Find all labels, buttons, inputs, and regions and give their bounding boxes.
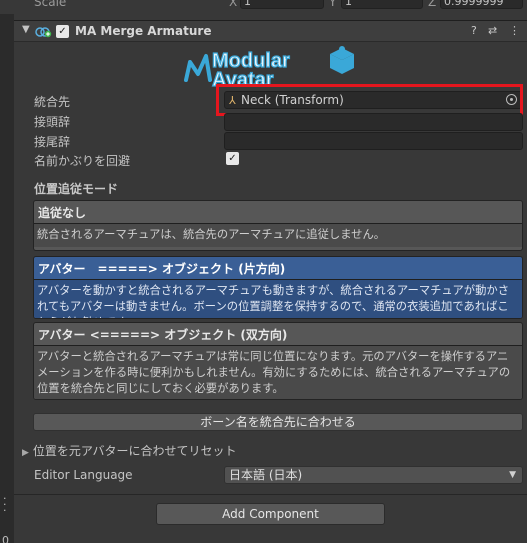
transform-scale-row: Scale X 1 Y 1 Z 0.9999999	[0, 0, 527, 14]
modular-avatar-logo: Modular Avatar	[184, 46, 354, 90]
editor-language-label: Editor Language	[34, 468, 133, 482]
target-label: 統合先	[34, 95, 71, 109]
editor-language-value: 日本語 (日本)	[229, 468, 303, 482]
avoid-name-collision-label: 名前かぶりを回避	[34, 154, 131, 168]
mode-option-none[interactable]: 追従なし 統合されるアーマチュアは、統合先のアーマチュアに追従しません。	[33, 200, 523, 251]
component-enabled-checkbox[interactable]: ✓	[56, 25, 69, 38]
kebab-icon[interactable]: · · ·	[3, 493, 7, 516]
divider	[14, 494, 527, 495]
reset-position-label: 位置を元アバターに合わせてリセット	[32, 444, 237, 458]
component-title: MA Merge Armature	[75, 24, 212, 38]
foldout-closed-icon: ▶	[22, 448, 29, 458]
scale-label: Scale	[34, 0, 67, 9]
mode-option-title: 追従なし	[38, 206, 87, 220]
scale-z-field[interactable]: 0.9999999	[440, 0, 523, 9]
prefix-input[interactable]	[224, 113, 523, 131]
prefix-label: 接頭辞	[34, 115, 71, 129]
avoid-name-collision-checkbox[interactable]: ✓	[226, 152, 239, 165]
scale-x-label: X	[229, 0, 238, 9]
rename-bones-button[interactable]: ボーン名を統合先に合わせる	[33, 413, 523, 431]
presets-icon[interactable]: ⇄	[488, 24, 497, 37]
scale-y-field[interactable]: 1	[341, 0, 423, 9]
suffix-label: 接尾辞	[34, 135, 71, 149]
foldout-arrow-icon[interactable]: ▼	[22, 24, 30, 35]
mode-option-title: アバター <=====> オブジェクト (双方向)	[38, 328, 288, 342]
dropdown-arrow-icon: ▼	[509, 470, 516, 480]
add-component-button[interactable]: Add Component	[156, 503, 385, 525]
highlight-box	[216, 84, 523, 116]
scale-z-label: Z	[428, 0, 437, 9]
mode-option-two-way[interactable]: アバター <=====> オブジェクト (双方向) アバターと統合されるアーマチ…	[33, 322, 523, 400]
left-panel-strip: · · · 0	[0, 14, 14, 543]
help-icon[interactable]: ?	[471, 24, 477, 37]
component-header[interactable]: ▼ ✓ MA Merge Armature ? ⇄ ⋮	[14, 20, 527, 42]
reset-position-foldout[interactable]: ▶ 位置を元アバターに合わせてリセット	[22, 442, 236, 459]
left-strip-value: 0	[2, 534, 9, 543]
mode-option-description: アバターと統合されるアーマチュアは常に同じ位置になります。元のアバターを操作する…	[34, 345, 522, 399]
mode-option-description: 統合されるアーマチュアは、統合先のアーマチュアに追従しません。	[34, 223, 522, 247]
scale-x-field[interactable]: 1	[240, 0, 324, 9]
mode-option-title: アバター =====> オブジェクト (片方向)	[38, 262, 286, 276]
scale-y-label: Y	[329, 0, 337, 9]
position-mode-heading: 位置追従モード	[34, 182, 119, 196]
context-menu-icon[interactable]: ⋮	[509, 24, 520, 37]
editor-language-select[interactable]: 日本語 (日本) ▼	[224, 466, 523, 484]
mode-option-one-way[interactable]: アバター =====> オブジェクト (片方向) アバターを動かすと統合されるア…	[33, 256, 523, 319]
merge-armature-icon	[35, 27, 52, 38]
mode-option-description: アバターを動かすと統合されるアーマチュアも動きますが、統合されるアーマチュアが動…	[34, 279, 522, 318]
suffix-input[interactable]	[224, 132, 523, 150]
